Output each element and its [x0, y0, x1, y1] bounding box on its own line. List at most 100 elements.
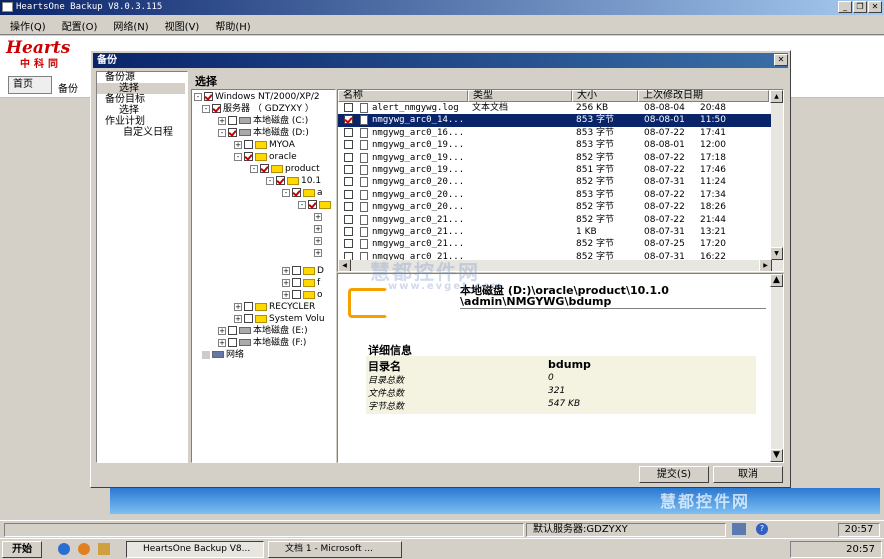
- cancel-button[interactable]: 取消: [713, 466, 783, 483]
- file-name: nmgywg_arc0_21...: [372, 214, 465, 225]
- tree-10-1[interactable]: 10.1: [301, 176, 321, 186]
- file-row[interactable]: alert_nmgywg.log 文本文档 256 KB 08-08-04 20:48: [338, 102, 771, 114]
- file-row[interactable]: nmgywg_arc0_20... 853 字节 08-07-22 17:34: [338, 189, 771, 201]
- col-type[interactable]: 类型: [468, 90, 572, 102]
- hearts-logo: Hearts 中科同: [6, 38, 71, 70]
- minimize-icon[interactable]: _: [838, 1, 852, 13]
- dialog-close-icon[interactable]: ✕: [774, 54, 788, 66]
- file-checkbox[interactable]: [344, 127, 353, 137]
- file-row[interactable]: nmgywg_arc0_21... 852 字节 08-07-22 21:44: [338, 214, 771, 226]
- file-row[interactable]: nmgywg_arc0_19... 851 字节 08-07-22 17:46: [338, 164, 771, 176]
- file-vscroll[interactable]: ▲ ▼: [770, 90, 783, 260]
- tree-d[interactable]: D: [317, 266, 324, 276]
- file-checkbox[interactable]: [344, 152, 353, 162]
- file-name: nmgywg_arc0_19...: [372, 152, 465, 163]
- menu-operate[interactable]: 操作(Q): [0, 15, 52, 33]
- app-titlebar: HeartsOne Backup V8.0.3.115: [0, 0, 884, 15]
- default-server: 默认服务器:GDZYXY: [526, 523, 726, 537]
- tree-system-volume[interactable]: System Volu: [269, 314, 325, 324]
- start-button[interactable]: 开始: [2, 541, 42, 558]
- file-checkbox[interactable]: [344, 177, 353, 187]
- menu-network[interactable]: 网络(N): [103, 15, 154, 33]
- col-size[interactable]: 大小: [572, 90, 638, 102]
- nav-schedule[interactable]: 作业计划: [97, 116, 187, 127]
- file-date: 08-08-01: [644, 140, 685, 151]
- file-icon: [360, 239, 368, 250]
- submit-button[interactable]: 提交(S): [639, 466, 709, 483]
- menu-config[interactable]: 配置(O): [52, 15, 104, 33]
- tree-product[interactable]: product: [285, 164, 320, 174]
- file-size: 852 字节: [576, 239, 615, 250]
- file-checkbox[interactable]: [344, 103, 353, 112]
- file-row[interactable]: nmgywg_arc0_14... 853 字节 08-08-01 11:50: [338, 114, 771, 127]
- close-icon[interactable]: ✕: [868, 1, 882, 13]
- file-time: 11:24: [700, 177, 726, 188]
- detail-vscroll[interactable]: ▲ ▼: [770, 274, 783, 462]
- file-row[interactable]: nmgywg_arc0_19... 852 字节 08-07-22 17:18: [338, 152, 771, 164]
- server-icon: [732, 523, 746, 535]
- menu-bar: 操作(Q) 配置(O) 网络(N) 视图(V) 帮助(H): [0, 15, 884, 35]
- file-row[interactable]: nmgywg_arc0_21... 1 KB 08-07-31 13:21: [338, 226, 771, 238]
- file-time: 11:50: [700, 115, 726, 126]
- tree-disk-e[interactable]: 本地磁盘 (E:): [253, 326, 308, 336]
- help-icon[interactable]: ?: [756, 523, 768, 535]
- file-icon: [360, 140, 368, 151]
- tree-admin[interactable]: a: [317, 188, 323, 198]
- nav-target[interactable]: 备份目标: [97, 94, 187, 105]
- task-word[interactable]: 文档 1 - Microsoft ...: [268, 541, 402, 558]
- file-checkbox[interactable]: [344, 239, 353, 249]
- scroll-right-icon: ▶: [759, 259, 772, 271]
- file-date: 08-07-22: [644, 214, 685, 225]
- menu-help[interactable]: 帮助(H): [205, 15, 256, 33]
- file-checkbox[interactable]: [344, 165, 353, 174]
- backup-toolbar-button[interactable]: 备份: [58, 80, 78, 95]
- file-date: 08-07-25: [644, 239, 685, 250]
- file-row[interactable]: nmgywg_arc0_21... 852 字节 08-07-25 17:20: [338, 238, 771, 250]
- file-row[interactable]: nmgywg_arc0_19... 853 字节 08-08-01 12:00: [338, 139, 771, 151]
- file-checkbox[interactable]: [344, 189, 353, 199]
- tree-windows[interactable]: Windows NT/2000/XP/2: [215, 92, 320, 102]
- tree-recycler[interactable]: RECYCLER: [269, 302, 315, 312]
- home-button[interactable]: 首页: [8, 76, 52, 94]
- file-checkbox[interactable]: [344, 227, 353, 236]
- desktop-icon[interactable]: [98, 543, 110, 555]
- file-time: 17:20: [700, 239, 726, 250]
- ie-icon[interactable]: [58, 543, 70, 555]
- tree-disk-d[interactable]: 本地磁盘 (D:): [253, 128, 309, 138]
- file-row[interactable]: nmgywg_arc0_20... 852 字节 08-07-22 18:26: [338, 201, 771, 213]
- file-checkbox[interactable]: [344, 115, 353, 125]
- col-name[interactable]: 名称: [338, 90, 468, 102]
- menu-view[interactable]: 视图(V): [155, 15, 206, 33]
- firefox-icon[interactable]: [78, 543, 90, 555]
- task-heartsone[interactable]: HeartsOne Backup V8...: [126, 541, 264, 558]
- nav-source[interactable]: 备份源: [97, 72, 187, 83]
- tree-o[interactable]: o: [317, 290, 323, 300]
- file-date: 08-08-01: [644, 115, 685, 126]
- tree-oracle[interactable]: oracle: [269, 152, 297, 162]
- detail-panel: 本地磁盘 (D:)\oracle\product\10.1.0 \admin\N…: [337, 273, 784, 463]
- tree-disk-f[interactable]: 本地磁盘 (F:): [253, 338, 306, 348]
- file-row[interactable]: nmgywg_arc0_20... 852 字节 08-07-31 11:24: [338, 176, 771, 188]
- nav-source-select[interactable]: 选择: [97, 83, 185, 94]
- file-time: 17:34: [700, 189, 726, 200]
- tree-disk-c[interactable]: 本地磁盘 (C:): [253, 116, 308, 126]
- file-checkbox[interactable]: [344, 140, 353, 150]
- detail-value-dircount: 0: [548, 373, 554, 383]
- file-size: 1 KB: [576, 227, 597, 237]
- tree-f[interactable]: f: [317, 278, 320, 288]
- file-row[interactable]: nmgywg_arc0_16... 853 字节 08-07-22 17:41: [338, 127, 771, 139]
- file-date: 08-07-22: [644, 189, 685, 200]
- file-checkbox[interactable]: [344, 214, 353, 224]
- col-date[interactable]: 上次修改日期: [638, 90, 769, 102]
- nav-custom-schedule[interactable]: 自定义日程: [97, 127, 187, 138]
- watermark-text-2: 慧都控件网: [660, 492, 751, 511]
- file-icon: [360, 115, 368, 126]
- tree-myoa[interactable]: MYOA: [269, 140, 295, 150]
- tree-server[interactable]: 服务器 （ GDZYXY ）: [223, 104, 314, 114]
- scroll-up-icon: ▲: [770, 90, 783, 103]
- tree-network[interactable]: 网络: [226, 350, 244, 360]
- nav-target-select[interactable]: 选择: [97, 105, 187, 116]
- restore-icon[interactable]: ❐: [853, 1, 867, 13]
- watermark-url: www.evget.com: [388, 281, 504, 292]
- file-checkbox[interactable]: [344, 202, 353, 212]
